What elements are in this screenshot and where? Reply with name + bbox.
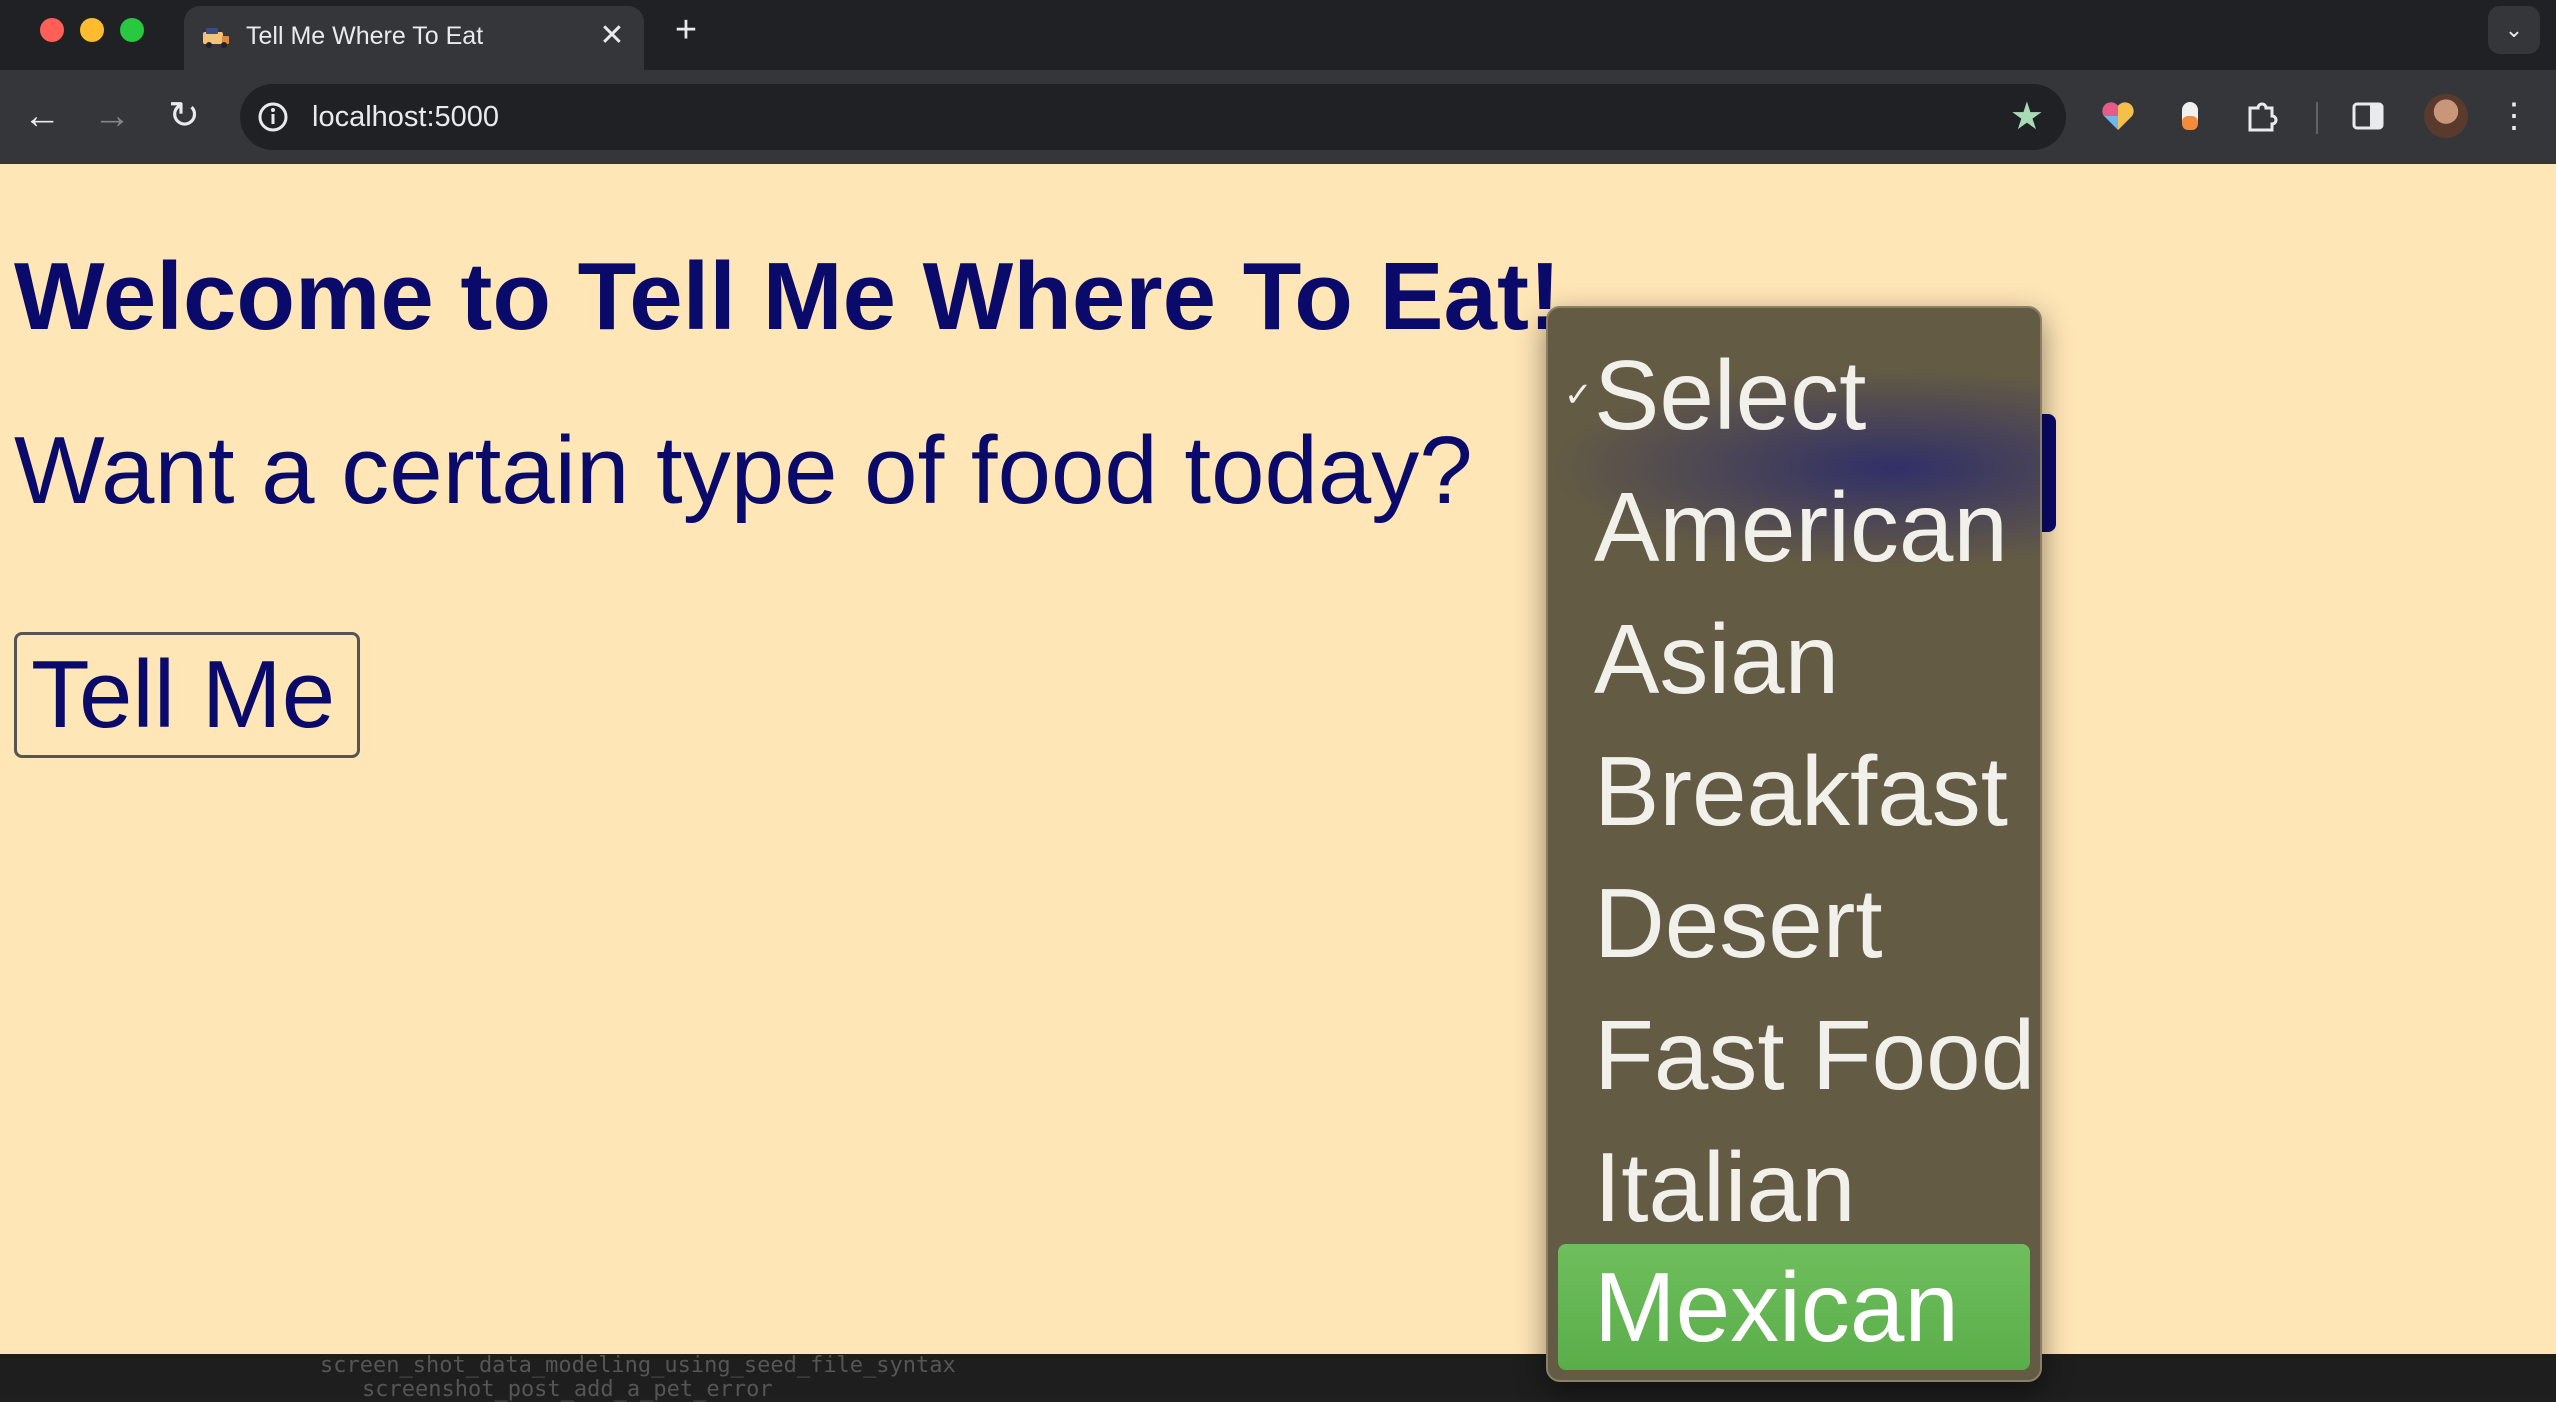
food-truck-icon — [203, 28, 229, 48]
close-tab-icon[interactable]: ✕ — [596, 20, 628, 52]
option-label: Select — [1594, 340, 1867, 450]
page-title: Welcome to Tell Me Where To Eat! — [14, 243, 1561, 350]
food-question-label: Want a certain type of food today? — [14, 417, 1473, 524]
toolbar-separator — [2316, 102, 2318, 134]
pill-extension-icon[interactable] — [2168, 94, 2212, 138]
option-mexican[interactable]: Mexican — [1558, 1244, 2030, 1370]
option-asian[interactable]: Asian — [1558, 596, 2030, 722]
tab-search-button[interactable]: ⌄ — [2488, 6, 2540, 54]
forward-button[interactable]: → — [90, 94, 134, 138]
option-label: Italian — [1594, 1132, 1856, 1242]
site-info-icon[interactable] — [256, 100, 290, 134]
profile-avatar[interactable] — [2424, 94, 2468, 138]
option-american[interactable]: American — [1558, 464, 2030, 590]
maximize-window-button[interactable] — [120, 18, 144, 42]
option-select[interactable]: ✓ Select — [1558, 332, 2030, 458]
back-button[interactable]: ← — [20, 94, 64, 138]
terminal-line: screenshot_post_add_a_pet_error — [362, 1377, 773, 1402]
checkmark-icon: ✓ — [1564, 376, 1593, 414]
tab-title: Tell Me Where To Eat — [246, 22, 484, 50]
option-desert[interactable]: Desert — [1558, 860, 2030, 986]
browser-toolbar: ← → ↻ localhost:5000 ★ ⋮ — [0, 70, 2556, 164]
menu-icon[interactable]: ⋮ — [2492, 94, 2536, 138]
food-type-dropdown-menu[interactable]: ✓ Select American Asian Breakfast Desert… — [1546, 306, 2042, 1382]
puzzle-icon[interactable] — [2240, 94, 2284, 138]
browser-window: Tell Me Where To Eat ✕ + ⌄ ← → ↻ localho… — [0, 0, 2556, 1402]
option-label: Asian — [1594, 604, 1840, 714]
side-panel-icon[interactable] — [2346, 94, 2390, 138]
address-bar[interactable]: localhost:5000 ★ — [240, 84, 2066, 150]
option-label: Fast Food — [1594, 1000, 2036, 1110]
option-label: Breakfast — [1594, 736, 2008, 846]
tell-me-button[interactable]: Tell Me — [14, 632, 360, 758]
option-breakfast[interactable]: Breakfast — [1558, 728, 2030, 854]
option-label: American — [1594, 472, 2008, 582]
option-italian[interactable]: Italian — [1558, 1124, 2030, 1250]
minimize-window-button[interactable] — [80, 18, 104, 42]
url-text[interactable]: localhost:5000 — [312, 100, 499, 134]
bookmark-star-icon[interactable]: ★ — [2010, 96, 2044, 138]
close-window-button[interactable] — [40, 18, 64, 42]
tab-active[interactable]: Tell Me Where To Eat ✕ — [184, 6, 644, 70]
option-label: Desert — [1594, 868, 1883, 978]
heart-extension-icon[interactable] — [2096, 94, 2140, 138]
tab-strip: Tell Me Where To Eat ✕ + ⌄ — [0, 0, 2556, 70]
reload-button[interactable]: ↻ — [162, 94, 206, 138]
option-label: Mexican — [1594, 1252, 1959, 1362]
background-terminal: screen_shot_data_modeling_using_seed_fil… — [0, 1353, 2556, 1402]
page-viewport: Welcome to Tell Me Where To Eat! Want a … — [0, 164, 2556, 1354]
new-tab-button[interactable]: + — [668, 11, 704, 49]
option-fast-food[interactable]: Fast Food — [1558, 992, 2035, 1118]
terminal-line: screen_shot_data_modeling_using_seed_fil… — [320, 1353, 956, 1378]
